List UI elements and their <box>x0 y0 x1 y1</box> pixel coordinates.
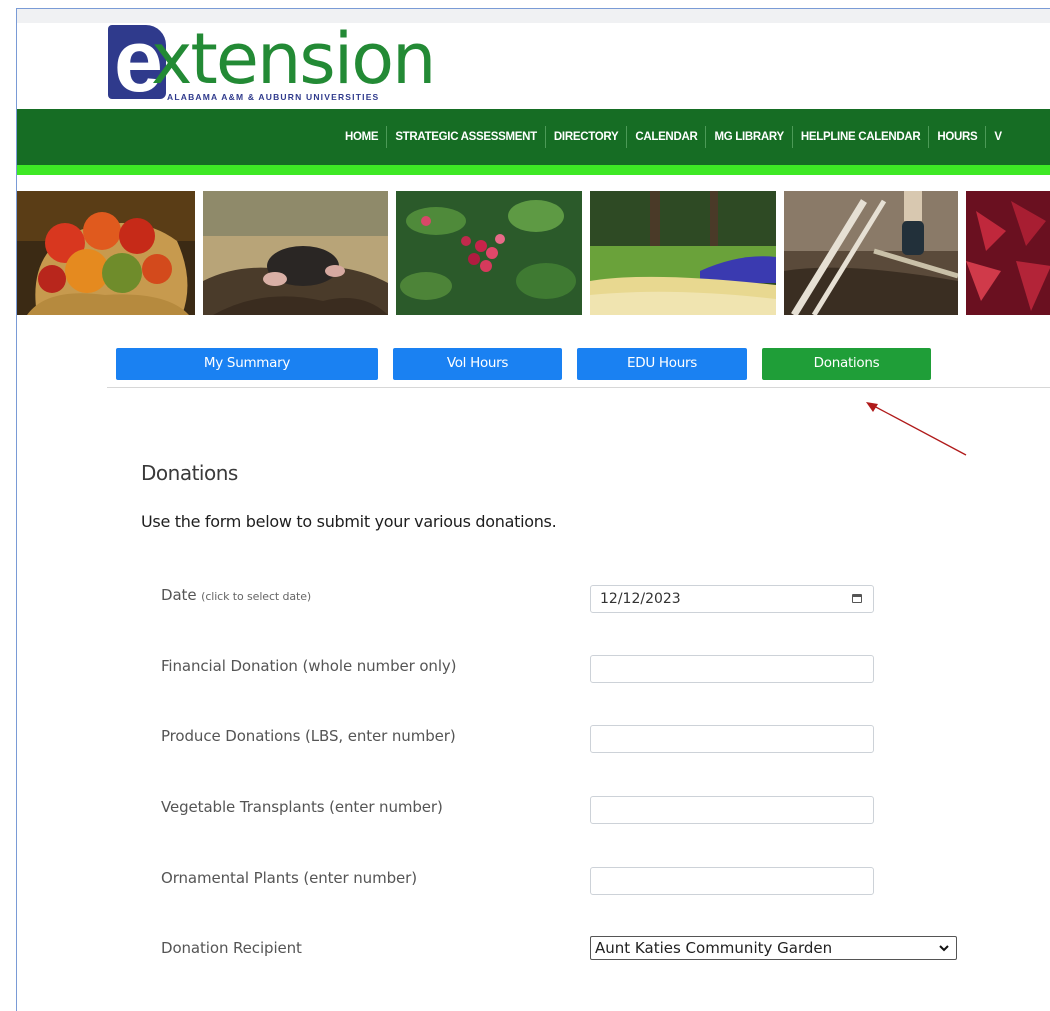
produce-input[interactable] <box>590 725 874 753</box>
recipient-label: Donation Recipient <box>161 939 302 957</box>
logo-wordmark: xtension <box>151 18 436 100</box>
financial-input[interactable] <box>590 655 874 683</box>
ornamental-label: Ornamental Plants (enter number) <box>161 869 417 887</box>
tomato-basket-photo <box>17 191 195 315</box>
page-intro: Use the form below to submit your variou… <box>141 512 557 531</box>
produce-label: Produce Donations (LBS, enter number) <box>161 727 456 745</box>
date-value: 12/12/2023 <box>600 591 681 607</box>
nav-item-hours[interactable]: HOURS <box>929 126 987 148</box>
nav-item-mg-library[interactable]: MG LIBRARY <box>706 126 793 148</box>
annotation-arrow <box>866 402 967 456</box>
nav-item-truncated[interactable]: V <box>986 126 1009 148</box>
photo-banner <box>17 191 1050 315</box>
recipient-value: Aunt Katies Community Garden <box>595 939 833 957</box>
nav-item-home[interactable]: HOME <box>337 126 388 148</box>
nav-item-helpline-calendar[interactable]: HELPLINE CALENDAR <box>793 126 930 148</box>
garden-photo <box>590 191 776 315</box>
berries-photo <box>396 191 582 315</box>
nav-menu: HOME STRATEGIC ASSESSMENT DIRECTORY CALE… <box>337 126 1010 148</box>
recipient-select[interactable]: Aunt Katies Community Garden <box>590 936 957 960</box>
tab-divider <box>107 387 1050 388</box>
nav-item-directory[interactable]: DIRECTORY <box>546 126 628 148</box>
date-input[interactable]: 12/12/2023 <box>590 585 874 613</box>
tab-my-summary[interactable]: My Summary <box>116 348 378 380</box>
tab-edu-hours[interactable]: EDU Hours <box>577 348 747 380</box>
logo-subtitle: ALABAMA A&M & AUBURN UNIVERSITIES <box>167 92 380 102</box>
chevron-down-icon <box>939 945 949 952</box>
mole-photo <box>203 191 388 315</box>
nav-item-calendar[interactable]: CALENDAR <box>627 126 707 148</box>
ornamental-input[interactable] <box>590 867 874 895</box>
tab-vol-hours[interactable]: Vol Hours <box>393 348 562 380</box>
extension-logo[interactable]: e xtension ALABAMA A&M & AUBURN UNIVERSI… <box>105 17 436 109</box>
tab-donations[interactable]: Donations <box>762 348 931 380</box>
date-hint: (click to select date) <box>201 590 312 603</box>
calendar-icon[interactable] <box>852 594 862 603</box>
financial-label: Financial Donation (whole number only) <box>161 657 457 675</box>
date-label-text: Date <box>161 586 197 604</box>
browser-viewport: e xtension ALABAMA A&M & AUBURN UNIVERSI… <box>16 8 1050 1011</box>
vegetable-input[interactable] <box>590 796 874 824</box>
page-title: Donations <box>141 461 238 485</box>
red-leaves-photo <box>966 191 1050 315</box>
date-label: Date (click to select date) <box>161 586 311 604</box>
rake-photo <box>784 191 958 315</box>
vegetable-label: Vegetable Transplants (enter number) <box>161 798 443 816</box>
nav-item-strategic-assessment[interactable]: STRATEGIC ASSESSMENT <box>387 126 546 148</box>
navbar-accent-line <box>17 165 1050 175</box>
